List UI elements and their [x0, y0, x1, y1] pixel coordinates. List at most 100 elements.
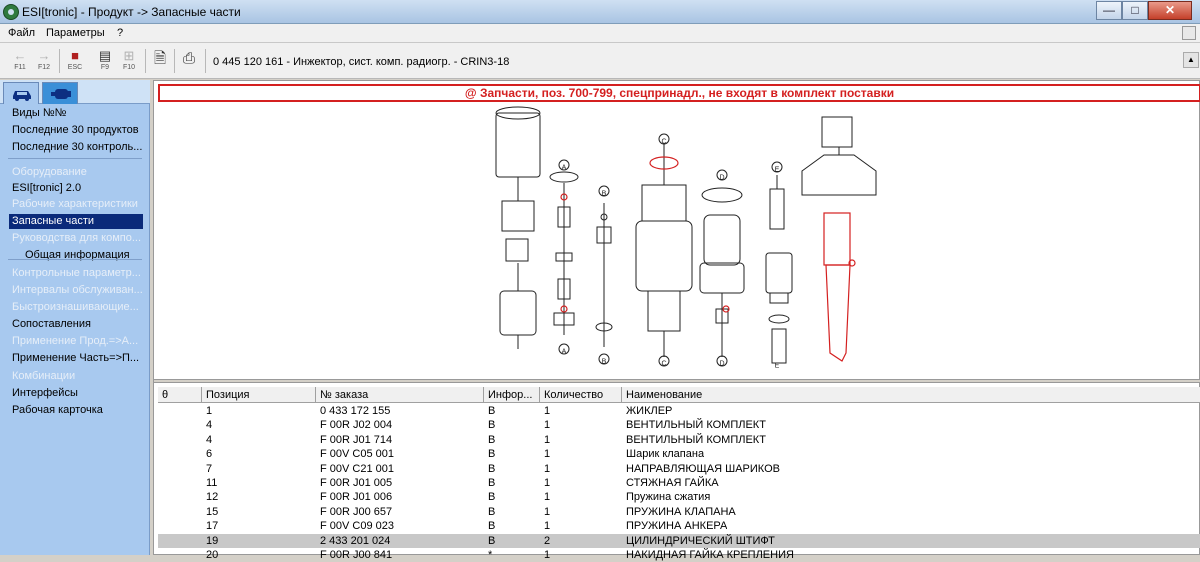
cell-order-number: 0 433 172 155: [320, 405, 391, 417]
window-title: ESI[tronic] - Продукт -> Запасные части: [22, 5, 241, 19]
diagram-callout-label: C: [661, 361, 666, 368]
close-button[interactable]: ✕: [1148, 1, 1192, 20]
back-key-label: F11: [14, 64, 26, 71]
table-row[interactable]: 7 F 00V C21 001 B 1 НАПРАВЛЯЮЩАЯ ШАРИКОВ: [158, 462, 1200, 476]
close-icon: ✕: [1164, 3, 1176, 17]
restore-small-button[interactable]: [1182, 26, 1196, 40]
sidebar-item[interactable]: Применение Прод.=>А...: [12, 334, 144, 349]
table-row[interactable]: 20 F 00R J00 841 * 1 НАКИДНАЯ ГАЙКА КРЕПЛЕНИ…: [158, 548, 1200, 562]
cell-info: *: [488, 549, 493, 561]
cell-position: 4: [206, 419, 213, 432]
table-row[interactable]: 4 F 00R J01 714 B 1 ВЕНТИЛЬНЫЙ КОМПЛЕКТ: [158, 433, 1200, 447]
table-row[interactable]: 15 F 00R J00 657 B 1 ПРУЖИНА КЛАПАНА: [158, 505, 1200, 519]
table-row[interactable]: 6 F 00V C05 001 B 1 Шарик клапана: [158, 447, 1200, 461]
forward-key-label: F12: [37, 64, 51, 71]
cell-quantity: 1: [544, 549, 551, 561]
sidebar-item[interactable]: Быстроизнашивающие...: [12, 300, 144, 315]
scroll-up-button[interactable]: ▲: [1183, 52, 1199, 68]
table-row[interactable]: 11 F 00R J01 005 B 1 СТЯЖНАЯ ГАЙКА: [158, 476, 1200, 490]
cell-position: 12: [206, 491, 219, 504]
column-header-info-code[interactable]: Инфор...: [484, 387, 540, 403]
sidebar-item[interactable]: Рабочие характеристики: [12, 197, 144, 212]
cell-position: 1: [206, 405, 213, 417]
cell-quantity: 1: [544, 433, 551, 446]
maximize-button[interactable]: □: [1122, 1, 1148, 20]
print-button[interactable]: ⎙: [178, 48, 200, 74]
cell-quantity: 1: [544, 448, 551, 461]
document-button[interactable]: 🗎: [149, 48, 171, 74]
car-icon: [13, 91, 31, 101]
forward-button[interactable]: → F12: [33, 48, 55, 74]
printer-icon: ⎙: [182, 50, 195, 67]
table-row[interactable]: 19 2 433 201 024 B 2 ЦИЛИНДРИЧЕСКИЙ ШТИФТ: [158, 533, 1200, 548]
table-row[interactable]: 12 F 00R J01 006 B 1 Пружина сжатия: [158, 490, 1200, 504]
table-row[interactable]: 17 F 00V C09 023 B 1 ПРУЖИНА АНКЕРА: [158, 519, 1200, 533]
sidebar-item[interactable]: ESI[tronic] 2.0: [12, 181, 144, 196]
menu-help[interactable]: ?: [117, 27, 123, 39]
cell-order-number: F 00V C21 001: [320, 462, 394, 475]
exploded-parts-diagram[interactable]: A B C D E A B C D E: [484, 103, 1064, 373]
table-row[interactable]: 1 0 433 172 155 B 1 ЖИКЛЕР: [158, 404, 1200, 418]
sidebar-item[interactable]: Интервалы обслуживан...: [12, 283, 144, 298]
cell-position: 6: [206, 448, 213, 461]
sidebar-item[interactable]: Общая информация: [25, 248, 157, 263]
toolbar-separator: [145, 49, 146, 73]
column-header-name[interactable]: Наименование: [622, 387, 1200, 403]
column-header-order-number[interactable]: № заказа: [316, 387, 484, 403]
tree-icon: ⊞: [123, 48, 135, 63]
sidebar-item[interactable]: Запасные части: [9, 214, 143, 229]
column-header-quantity[interactable]: Количество: [540, 387, 622, 403]
sidebar-separator: [8, 259, 142, 260]
diagram-callout-label: B: [602, 359, 607, 366]
sidebar-item[interactable]: Применение Часть=>П...: [12, 351, 144, 366]
esc-button[interactable]: ■ ESC: [64, 48, 86, 74]
f9-button[interactable]: ▤ F9: [94, 48, 116, 74]
tab-product[interactable]: [42, 82, 78, 104]
sidebar-item[interactable]: Комбинации: [12, 369, 144, 384]
product-description: 0 445 120 161 - Инжектор, сист. комп. ра…: [213, 56, 510, 68]
cell-name: Пружина сжатия: [626, 491, 711, 504]
cell-name: ПРУЖИНА КЛАПАНА: [626, 505, 736, 518]
app-logo-icon: [3, 4, 19, 20]
diagram-callout-label: E: [775, 363, 780, 370]
cell-quantity: 1: [544, 477, 551, 489]
sidebar-item[interactable]: Рабочая карточка: [12, 403, 144, 418]
menu-parameters[interactable]: Параметры: [46, 27, 105, 39]
minimize-button[interactable]: —: [1096, 1, 1122, 20]
toolbar-separator: [174, 49, 175, 73]
diagram-callout-label: E: [775, 167, 780, 174]
splitter[interactable]: [154, 379, 1200, 383]
sidebar-item[interactable]: Последние 30 продуктов: [12, 123, 144, 138]
sidebar-separator: [8, 158, 142, 159]
cell-name: ЦИЛИНДРИЧЕСКИЙ ШТИФТ: [626, 534, 775, 547]
cell-order-number: F 00R J01 005: [320, 477, 393, 489]
f10-button[interactable]: ⊞ F10: [118, 48, 140, 74]
cell-order-number: F 00R J00 841: [320, 549, 393, 561]
table-row[interactable]: 4 F 00R J02 004 B 1 ВЕНТИЛЬНЫЙ КОМПЛЕКТ: [158, 418, 1200, 432]
sidebar-item[interactable]: Оборудование: [12, 165, 144, 180]
menu-file[interactable]: Файл: [8, 27, 35, 39]
column-header-info[interactable]: θ: [158, 387, 202, 403]
application-window: ESI[tronic] - Продукт -> Запасные части …: [0, 0, 1200, 561]
cell-info: B: [488, 419, 496, 432]
cell-order-number: F 00R J02 004: [320, 419, 393, 432]
sidebar-item[interactable]: Сопоставления: [12, 317, 144, 332]
diagram-callout-label: D: [719, 361, 724, 368]
sidebar-item[interactable]: Виды №№: [12, 106, 144, 121]
sidebar-item[interactable]: Интерфейсы: [12, 386, 144, 401]
toolbar-separator: [59, 49, 60, 73]
tab-vehicle[interactable]: [3, 82, 39, 104]
cell-position: 15: [206, 505, 219, 518]
column-header-position[interactable]: Позиция: [202, 387, 316, 403]
cell-name: СТЯЖНАЯ ГАЙКА: [626, 477, 719, 489]
sidebar-item[interactable]: Руководства для компо...: [12, 231, 144, 246]
menu-bar: Файл Параметры ?: [0, 24, 1200, 43]
sidebar-item[interactable]: Последние 30 контроль...: [12, 140, 144, 155]
cell-position: 4: [206, 433, 213, 446]
cell-name: ПРУЖИНА АНКЕРА: [626, 520, 728, 533]
cell-position: 20: [206, 549, 219, 561]
sidebar-item[interactable]: Контрольные параметр...: [12, 266, 144, 281]
cell-order-number: F 00R J01 006: [320, 491, 393, 504]
back-button[interactable]: ← F11: [9, 48, 31, 74]
cell-order-number: 2 433 201 024: [320, 534, 391, 547]
